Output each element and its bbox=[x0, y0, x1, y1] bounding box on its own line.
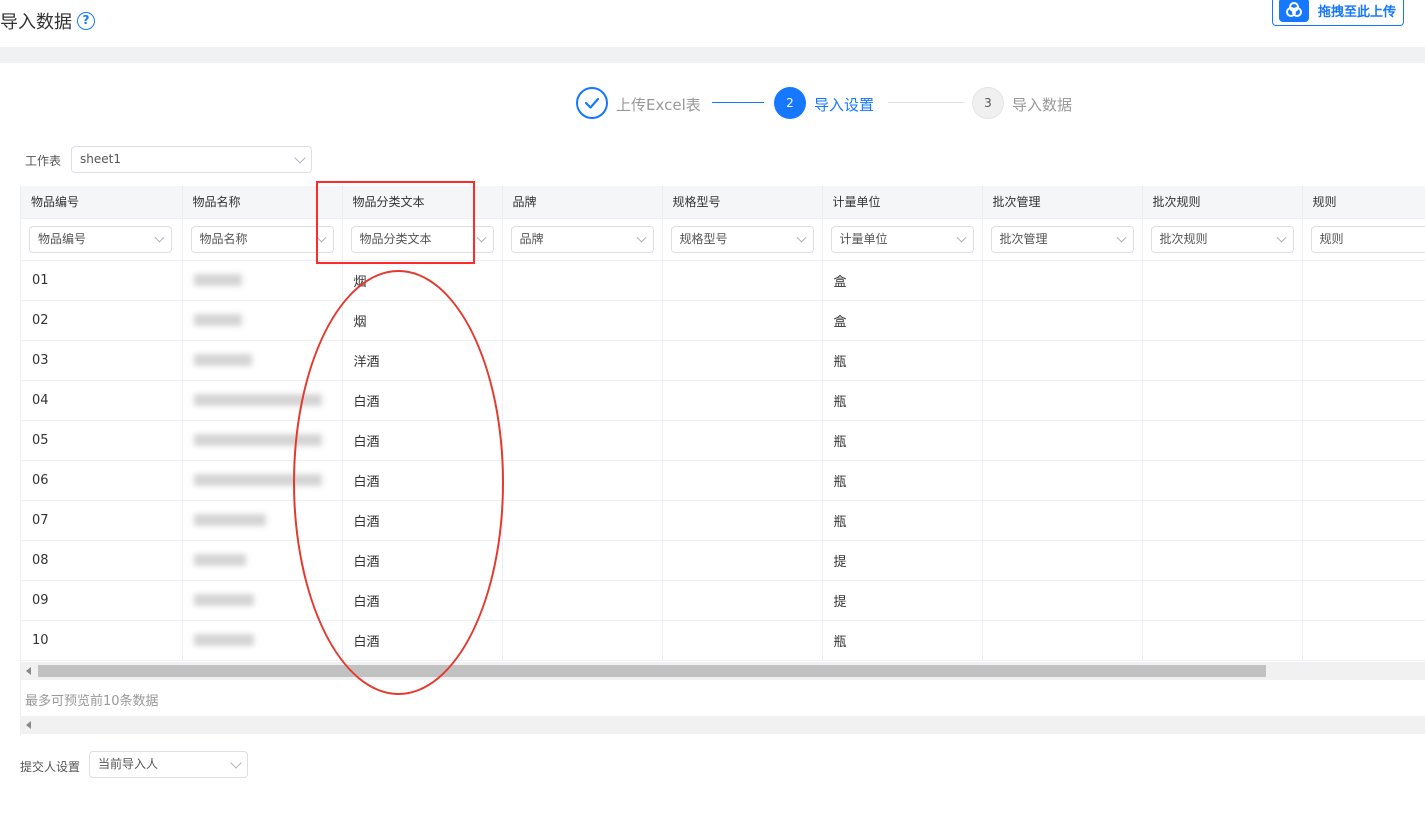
preview-table-container: 物品编号 物品名称 物品分类文本 品牌 规格型号 计量单位 批次管理 批次规则 … bbox=[20, 186, 1425, 736]
chevron-down-icon bbox=[1116, 232, 1126, 242]
chevron-down-icon bbox=[230, 757, 242, 769]
step-connector-1 bbox=[712, 102, 764, 103]
preview-table-body: 01 烟盒 02 烟盒 03 洋酒瓶 04 白酒瓶 05 白酒瓶 06 白酒瓶 07 白酒瓶 … bbox=[21, 260, 1425, 661]
column-header: 批次规则 bbox=[1142, 186, 1303, 219]
field-mapping-select[interactable]: 物品名称 bbox=[190, 225, 334, 253]
step-1-check-icon bbox=[576, 87, 608, 119]
table-row: 05 白酒瓶 bbox=[21, 420, 1425, 461]
table-row: 08 白酒提 bbox=[21, 540, 1425, 581]
annotation-ellipse bbox=[293, 270, 504, 695]
worksheet-label: 工作表 bbox=[25, 154, 62, 168]
field-mapping-select[interactable]: 规格型号 bbox=[670, 225, 814, 253]
column-header: 计量单位 bbox=[822, 186, 983, 219]
column-header: 规格型号 bbox=[662, 186, 823, 219]
blurred-name-cell bbox=[182, 260, 343, 301]
table-row: 04 白酒瓶 bbox=[21, 380, 1425, 421]
field-mapping-select[interactable]: 物品编号 bbox=[29, 225, 172, 253]
upload-button-label: 拖拽至此上传 bbox=[1318, 4, 1397, 20]
submitter-value: 当前导入人 bbox=[98, 757, 159, 771]
annotation-rectangle bbox=[316, 181, 475, 264]
column-header: 规则 bbox=[1302, 186, 1425, 219]
column-header: 批次管理 bbox=[982, 186, 1143, 219]
secondary-horizontal-scrollbar[interactable] bbox=[20, 716, 1425, 734]
import-data-page: 导入数据 ? 拖拽至此上传 上传Excel表 2 导入设置 3 导入数据 工作表… bbox=[0, 0, 1425, 817]
chevron-down-icon bbox=[1276, 232, 1286, 242]
chevron-down-icon bbox=[796, 232, 806, 242]
scrollbar-thumb[interactable] bbox=[38, 665, 1266, 677]
table-row: 07 白酒瓶 bbox=[21, 500, 1425, 541]
worksheet-select[interactable]: sheet1 bbox=[71, 146, 312, 173]
step-1-label: 上传Excel表 bbox=[616, 96, 701, 114]
preview-limit-note: 最多可预览前10条数据 bbox=[25, 694, 159, 709]
chevron-down-icon bbox=[636, 232, 646, 242]
field-mapping-select[interactable]: 规则 bbox=[1310, 225, 1425, 253]
header-row: 物品编号 物品名称 物品分类文本 品牌 规格型号 计量单位 批次管理 批次规则 … bbox=[21, 186, 1425, 219]
divider-bar bbox=[0, 47, 1425, 63]
horizontal-scrollbar[interactable] bbox=[20, 662, 1425, 680]
step-indicator: 上传Excel表 2 导入设置 3 导入数据 bbox=[0, 86, 1425, 120]
step-connector-2 bbox=[888, 102, 964, 103]
column-header: 品牌 bbox=[502, 186, 663, 219]
worksheet-value: sheet1 bbox=[80, 152, 121, 166]
chevron-down-icon bbox=[294, 152, 306, 164]
preview-table: 物品编号 物品名称 物品分类文本 品牌 规格型号 计量单位 批次管理 批次规则 … bbox=[21, 186, 1425, 661]
column-header: 物品编号 bbox=[21, 186, 183, 219]
chevron-down-icon bbox=[956, 232, 966, 242]
mapping-row: 物品编号 物品名称 物品分类文本 品牌 规格型号 计量单位 批次管理 批次规则 … bbox=[21, 218, 1425, 261]
submitter-setting-label: 提交人设置 bbox=[20, 760, 81, 774]
table-row: 02 烟盒 bbox=[21, 300, 1425, 341]
step-2-label: 导入设置 bbox=[814, 96, 875, 114]
page-title: 导入数据 bbox=[0, 12, 72, 33]
step-3-number: 3 bbox=[972, 87, 1004, 119]
scroll-left-arrow-icon[interactable] bbox=[26, 667, 31, 675]
chevron-down-icon bbox=[154, 232, 165, 242]
field-mapping-select[interactable]: 品牌 bbox=[510, 225, 654, 253]
table-row: 09 白酒提 bbox=[21, 580, 1425, 621]
help-icon[interactable]: ? bbox=[77, 12, 95, 30]
drag-upload-button[interactable]: 拖拽至此上传 bbox=[1272, 0, 1404, 26]
blurred-name-cell bbox=[182, 620, 343, 661]
field-mapping-select[interactable]: 计量单位 bbox=[830, 225, 974, 253]
step-2-number: 2 bbox=[774, 87, 806, 119]
table-row: 03 洋酒瓶 bbox=[21, 340, 1425, 381]
cloud-upload-icon bbox=[1279, 0, 1309, 22]
scroll-left-arrow-icon[interactable] bbox=[26, 721, 31, 729]
table-row: 10 白酒瓶 bbox=[21, 620, 1425, 661]
submitter-select[interactable]: 当前导入人 bbox=[89, 751, 248, 778]
table-row: 01 烟盒 bbox=[21, 260, 1425, 301]
table-row: 06 白酒瓶 bbox=[21, 460, 1425, 501]
field-mapping-select[interactable]: 批次管理 bbox=[990, 225, 1134, 253]
step-3-label: 导入数据 bbox=[1012, 96, 1073, 114]
blurred-name-cell bbox=[182, 300, 343, 341]
field-mapping-select[interactable]: 批次规则 bbox=[1150, 225, 1294, 253]
chevron-down-icon bbox=[476, 232, 486, 242]
